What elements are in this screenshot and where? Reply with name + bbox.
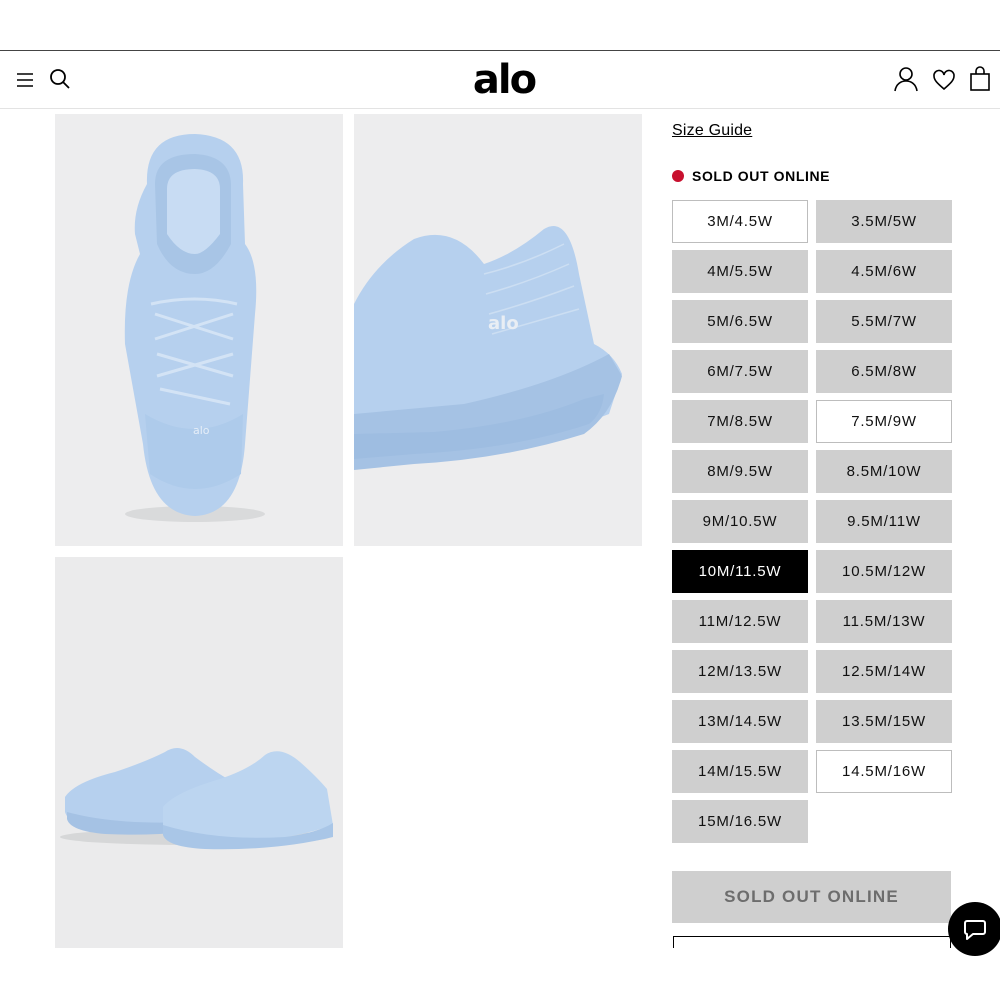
size-option[interactable]: 3.5M/5W	[816, 200, 952, 243]
size-option[interactable]: 6.5M/8W	[816, 350, 952, 393]
size-option[interactable]: 12M/13.5W	[672, 650, 808, 693]
product-image-heel-closeup[interactable]: alo	[354, 114, 642, 546]
search-icon[interactable]	[48, 67, 72, 91]
size-option[interactable]: 4.5M/6W	[816, 250, 952, 293]
size-option[interactable]: 11M/12.5W	[672, 600, 808, 643]
size-option[interactable]: 8.5M/10W	[816, 450, 952, 493]
size-option[interactable]: 10M/11.5W	[672, 550, 808, 593]
viewport-bottom	[0, 948, 1000, 1000]
size-option[interactable]: 3M/4.5W	[672, 200, 808, 243]
shoe-pair-illustration	[55, 557, 343, 950]
size-option[interactable]: 15M/16.5W	[672, 800, 808, 843]
shoe-heel-illustration: alo	[354, 114, 642, 546]
shoe-top-view-illustration: alo	[55, 114, 343, 546]
brand-logo[interactable]: alo	[473, 57, 537, 103]
size-option[interactable]: 9.5M/11W	[816, 500, 952, 543]
size-option[interactable]: 4M/5.5W	[672, 250, 808, 293]
svg-text:alo: alo	[193, 424, 210, 437]
chat-icon	[964, 920, 986, 940]
sold-out-indicator-dot	[672, 170, 684, 182]
chat-button[interactable]	[948, 902, 1000, 956]
size-option[interactable]: 7M/8.5W	[672, 400, 808, 443]
size-option[interactable]: 9M/10.5W	[672, 500, 808, 543]
size-selector: 3M/4.5W 3.5M/5W 4M/5.5W 4.5M/6W 5M/6.5W 5.5M/…	[672, 200, 952, 843]
size-option[interactable]: 14M/15.5W	[672, 750, 808, 793]
size-option[interactable]: 7.5M/9W	[816, 400, 952, 443]
size-option[interactable]: 8M/9.5W	[672, 450, 808, 493]
shopping-bag-icon[interactable]	[966, 64, 994, 94]
size-option[interactable]: 13M/14.5W	[672, 700, 808, 743]
stock-status: SOLD OUT ONLINE	[672, 168, 830, 184]
size-option[interactable]: 14.5M/16W	[816, 750, 952, 793]
heart-icon[interactable]	[930, 67, 958, 93]
account-icon[interactable]	[892, 65, 920, 93]
size-option[interactable]: 11.5M/13W	[816, 600, 952, 643]
sold-out-button[interactable]: SOLD OUT ONLINE	[672, 871, 951, 923]
size-option[interactable]: 12.5M/14W	[816, 650, 952, 693]
size-guide-link[interactable]: Size Guide	[672, 122, 752, 140]
stock-status-text: SOLD OUT ONLINE	[692, 168, 831, 184]
size-option[interactable]: 5.5M/7W	[816, 300, 952, 343]
size-option[interactable]: 13.5M/15W	[816, 700, 952, 743]
size-option[interactable]: 5M/6.5W	[672, 300, 808, 343]
product-image-pair-side-view[interactable]	[55, 557, 343, 950]
size-option[interactable]: 6M/7.5W	[672, 350, 808, 393]
size-option[interactable]: 10.5M/12W	[816, 550, 952, 593]
menu-icon[interactable]	[14, 69, 36, 91]
site-header: alo	[0, 51, 1000, 109]
product-image-top-view[interactable]: alo	[55, 114, 343, 546]
svg-text:alo: alo	[488, 313, 519, 334]
